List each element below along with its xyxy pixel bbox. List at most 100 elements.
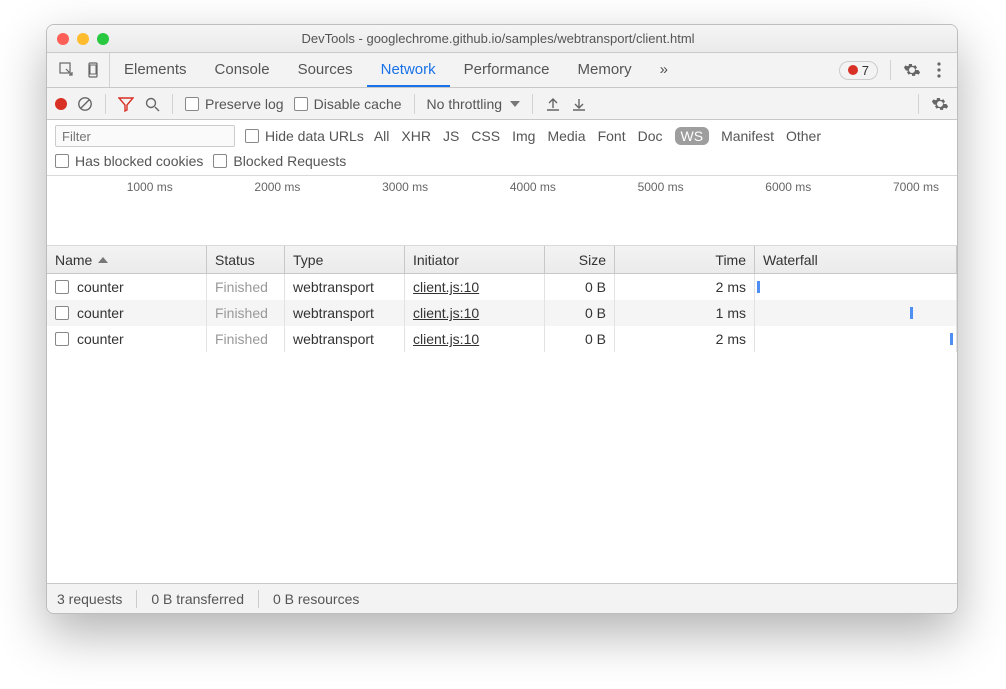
blocked-requests-checkbox[interactable]: Blocked Requests <box>213 153 346 169</box>
error-count-badge[interactable]: 7 <box>839 61 878 80</box>
column-time[interactable]: Time <box>615 246 755 273</box>
cell-status: Finished <box>207 274 285 300</box>
filter-type-js[interactable]: JS <box>443 128 459 144</box>
device-toggle-icon[interactable] <box>85 62 101 78</box>
disable-cache-checkbox[interactable]: Disable cache <box>294 96 402 112</box>
filter-type-media[interactable]: Media <box>547 128 585 144</box>
timeline-tick: 4000 ms <box>438 180 566 194</box>
has-blocked-cookies-checkbox[interactable]: Has blocked cookies <box>55 153 203 169</box>
column-size[interactable]: Size <box>545 246 615 273</box>
hide-data-urls-checkbox[interactable]: Hide data URLs <box>245 128 364 144</box>
upload-har-icon[interactable] <box>545 96 561 112</box>
checkbox-icon[interactable] <box>55 280 69 294</box>
request-table-header: Name Status Type Initiator Size Time Wat… <box>47 246 957 274</box>
column-type[interactable]: Type <box>285 246 405 273</box>
cell-waterfall <box>755 326 957 352</box>
status-transferred: 0 B transferred <box>151 591 244 607</box>
filter-type-xhr[interactable]: XHR <box>401 128 431 144</box>
chevron-down-icon <box>510 101 520 107</box>
filter-type-img[interactable]: Img <box>512 128 535 144</box>
status-resources: 0 B resources <box>273 591 359 607</box>
cell-status: Finished <box>207 300 285 326</box>
cell-type: webtransport <box>285 326 405 352</box>
inspect-element-icon[interactable] <box>59 62 75 78</box>
cell-initiator[interactable]: client.js:10 <box>405 274 545 300</box>
kebab-menu-icon[interactable] <box>931 61 947 79</box>
error-dot-icon <box>848 65 858 75</box>
clear-icon[interactable] <box>77 96 93 112</box>
cell-type: webtransport <box>285 300 405 326</box>
column-waterfall[interactable]: Waterfall <box>755 246 957 273</box>
cell-time: 1 ms <box>615 300 755 326</box>
cell-time: 2 ms <box>615 274 755 300</box>
filter-type-all[interactable]: All <box>374 128 390 144</box>
timeline-tick: 2000 ms <box>183 180 311 194</box>
settings-gear-icon[interactable] <box>903 61 921 79</box>
checkbox-icon <box>245 129 259 143</box>
tab-sources[interactable]: Sources <box>284 53 367 87</box>
checkbox-icon[interactable] <box>55 332 69 346</box>
filter-type-manifest[interactable]: Manifest <box>721 128 774 144</box>
tab-console[interactable]: Console <box>201 53 284 87</box>
maximize-window-icon[interactable] <box>97 33 109 45</box>
timeline-tick: 7000 ms <box>821 180 949 194</box>
tab-performance[interactable]: Performance <box>450 53 564 87</box>
tab-network[interactable]: Network <box>367 53 450 87</box>
tab-memory[interactable]: Memory <box>564 53 646 87</box>
table-row[interactable]: counterFinishedwebtransportclient.js:100… <box>47 326 957 352</box>
cell-name: counter <box>47 326 207 352</box>
cell-size: 0 B <box>545 326 615 352</box>
tab-elements[interactable]: Elements <box>110 53 201 87</box>
filter-bar: Hide data URLs All XHR JS CSS Img Media Font Do… <box>47 120 957 176</box>
table-row[interactable]: counterFinishedwebtransportclient.js:100… <box>47 300 957 326</box>
status-requests: 3 requests <box>57 591 122 607</box>
timeline-overview[interactable]: 1000 ms2000 ms3000 ms4000 ms5000 ms6000 … <box>47 176 957 246</box>
download-har-icon[interactable] <box>571 96 587 112</box>
devtools-window: DevTools - googlechrome.github.io/sample… <box>46 24 958 614</box>
column-name[interactable]: Name <box>47 246 207 273</box>
request-table-body: counterFinishedwebtransportclient.js:100… <box>47 274 957 583</box>
filter-type-css[interactable]: CSS <box>471 128 500 144</box>
filter-type-ws[interactable]: WS <box>675 127 710 145</box>
column-initiator[interactable]: Initiator <box>405 246 545 273</box>
status-bar: 3 requests 0 B transferred 0 B resources <box>47 583 957 613</box>
cell-waterfall <box>755 274 957 300</box>
cell-initiator[interactable]: client.js:10 <box>405 326 545 352</box>
cell-status: Finished <box>207 326 285 352</box>
table-row[interactable]: counterFinishedwebtransportclient.js:100… <box>47 274 957 300</box>
filter-input[interactable] <box>55 125 235 147</box>
error-count: 7 <box>862 63 869 78</box>
traffic-lights <box>57 33 109 45</box>
titlebar[interactable]: DevTools - googlechrome.github.io/sample… <box>47 25 957 53</box>
timeline-tick: 5000 ms <box>566 180 694 194</box>
checkbox-icon <box>55 154 69 168</box>
cell-name: counter <box>47 274 207 300</box>
checkbox-icon <box>213 154 227 168</box>
timeline-tick: 3000 ms <box>310 180 438 194</box>
checkbox-icon <box>294 97 308 111</box>
filter-type-doc[interactable]: Doc <box>638 128 663 144</box>
filter-type-other[interactable]: Other <box>786 128 821 144</box>
column-status[interactable]: Status <box>207 246 285 273</box>
more-tabs-button[interactable]: » <box>646 53 682 87</box>
checkbox-icon <box>185 97 199 111</box>
cell-initiator[interactable]: client.js:10 <box>405 300 545 326</box>
cell-name: counter <box>47 300 207 326</box>
cell-type: webtransport <box>285 274 405 300</box>
timeline-tick: 6000 ms <box>694 180 822 194</box>
network-settings-gear-icon[interactable] <box>931 95 949 113</box>
sort-asc-icon <box>98 257 108 263</box>
throttling-select[interactable]: No throttling <box>427 96 520 112</box>
preserve-log-checkbox[interactable]: Preserve log <box>185 96 284 112</box>
filter-icon[interactable] <box>118 96 134 112</box>
cell-size: 0 B <box>545 300 615 326</box>
window-title: DevTools - googlechrome.github.io/sample… <box>109 31 887 46</box>
filter-type-font[interactable]: Font <box>598 128 626 144</box>
checkbox-icon[interactable] <box>55 306 69 320</box>
panel-tabs: ElementsConsoleSourcesNetworkPerformance… <box>47 53 957 88</box>
close-window-icon[interactable] <box>57 33 69 45</box>
network-toolbar: Preserve log Disable cache No throttling <box>47 88 957 120</box>
minimize-window-icon[interactable] <box>77 33 89 45</box>
record-icon[interactable] <box>55 98 67 110</box>
search-icon[interactable] <box>144 96 160 112</box>
